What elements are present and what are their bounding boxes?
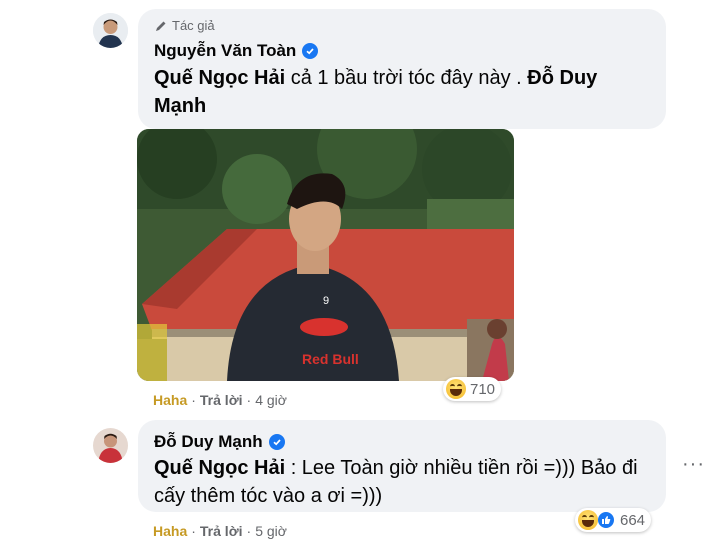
separator: · bbox=[246, 392, 252, 408]
sponsor-logo: Red Bull bbox=[302, 351, 359, 367]
comment-bubble: Tác giả Nguyễn Văn Toàn Quế Ngọc Hải cả … bbox=[138, 9, 666, 129]
haha-emoji-icon bbox=[446, 379, 466, 399]
comment-text: Quế Ngọc Hải cả 1 bầu trời tóc đây này .… bbox=[154, 64, 654, 120]
haha-reaction-link[interactable]: Haha bbox=[153, 392, 187, 408]
like-emoji-icon bbox=[596, 510, 616, 530]
author-name[interactable]: Nguyễn Văn Toàn bbox=[154, 41, 296, 61]
author-badge-label: Tác giả bbox=[172, 18, 215, 33]
pencil-icon bbox=[156, 21, 166, 31]
reply-link[interactable]: Trả lời bbox=[200, 392, 243, 408]
comment-author[interactable]: Nguyễn Văn Toàn bbox=[154, 41, 319, 61]
comment-photo[interactable]: 9 Red Bull bbox=[137, 129, 514, 381]
avatar[interactable] bbox=[93, 428, 128, 463]
separator: · bbox=[191, 523, 196, 539]
reaction-summary[interactable]: 710 bbox=[443, 377, 502, 401]
comment-bubble: Đỗ Duy Mạnh Quế Ngọc Hải : Lee Toàn giờ … bbox=[138, 420, 666, 512]
verified-badge-icon bbox=[302, 43, 319, 59]
mention-link[interactable]: Quế Ngọc Hải bbox=[154, 67, 285, 89]
reply-link[interactable]: Trả lời bbox=[200, 523, 243, 539]
haha-emoji-icon bbox=[578, 510, 598, 530]
comment-text: Quế Ngọc Hải : Lee Toàn giờ nhiều tiền r… bbox=[154, 454, 649, 510]
timestamp[interactable]: 5 giờ bbox=[255, 523, 287, 539]
jersey-number: 9 bbox=[323, 295, 329, 307]
timestamp[interactable]: 4 giờ bbox=[255, 392, 287, 408]
separator: · bbox=[191, 392, 196, 408]
avatar-photo bbox=[93, 428, 128, 463]
photo-image: 9 Red Bull bbox=[137, 129, 514, 381]
separator: · bbox=[246, 523, 252, 539]
author-badge: Tác giả bbox=[154, 18, 215, 33]
verified-badge-icon bbox=[268, 434, 285, 450]
haha-reaction-link[interactable]: Haha bbox=[153, 523, 187, 539]
author-name[interactable]: Đỗ Duy Mạnh bbox=[154, 432, 263, 452]
comment-body: cả 1 bầu trời tóc đây này . bbox=[285, 67, 528, 89]
reaction-summary[interactable]: 664 bbox=[575, 508, 652, 532]
comment-actions: Haha · Trả lời · 5 giờ bbox=[153, 523, 287, 539]
avatar[interactable] bbox=[93, 13, 128, 48]
mention-link[interactable]: Quế Ngọc Hải bbox=[154, 457, 285, 479]
reaction-count: 664 bbox=[620, 511, 646, 529]
comment-actions: Haha · Trả lời · 4 giờ bbox=[153, 392, 287, 408]
comment-author[interactable]: Đỗ Duy Mạnh bbox=[154, 432, 285, 452]
reaction-count: 710 bbox=[470, 380, 496, 398]
avatar-photo bbox=[93, 13, 128, 48]
more-options-icon[interactable]: ··· bbox=[682, 453, 705, 476]
